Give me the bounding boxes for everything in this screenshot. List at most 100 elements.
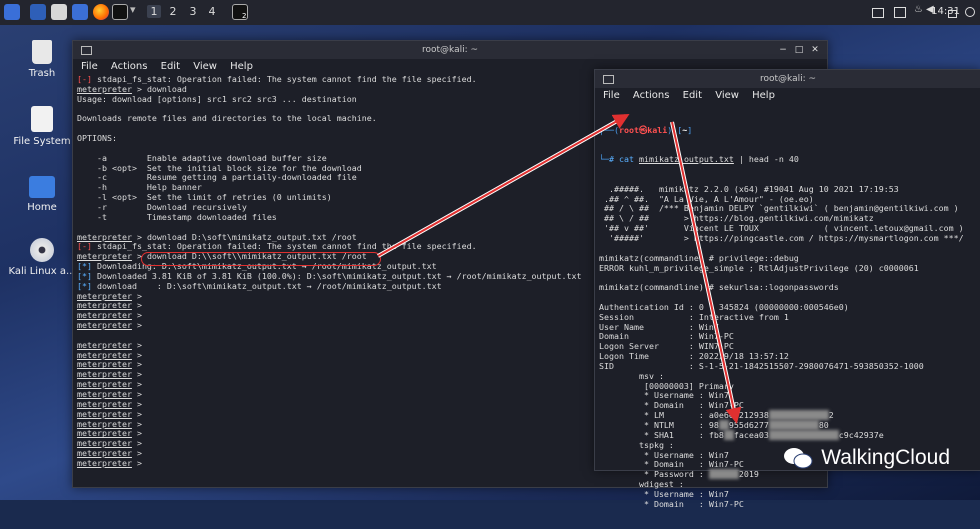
- wechat-icon: [784, 448, 813, 469]
- terminal-text: > download: [131, 83, 187, 94]
- terminal-text: [*]: [77, 270, 97, 281]
- close-button[interactable]: ✕: [809, 44, 821, 56]
- menu-edit[interactable]: Edit: [683, 90, 702, 101]
- menu-file[interactable]: File: [81, 61, 98, 72]
- desktop-icon-disc[interactable]: Kali Linux a...: [2, 238, 82, 277]
- terminal-text: meterpreter: [77, 359, 132, 370]
- terminal-text: >: [131, 448, 142, 459]
- workspace-3[interactable]: 3: [186, 5, 200, 18]
- terminal-line: * Domain : Win7-PC: [599, 499, 980, 510]
- terminal-text: >: [131, 398, 142, 409]
- terminal-text: 955d6277: [728, 420, 769, 430]
- terminal-text: ERROR kuhl_m_privilege_simple ; RtlAdjus…: [599, 262, 919, 273]
- terminal-dropdown-icon[interactable]: ▾: [130, 3, 136, 16]
- terminal-text: -h Help banner: [77, 182, 202, 193]
- terminal-text: 2019: [738, 469, 759, 480]
- folder-icon: [29, 176, 55, 198]
- display-icon[interactable]: [872, 8, 884, 18]
- terminal-text: Domain : Win7-PC: [599, 331, 734, 342]
- terminal-text: meterpreter: [77, 290, 132, 301]
- menu-help[interactable]: Help: [230, 61, 253, 72]
- terminal-text: 2: [828, 410, 834, 421]
- terminal-text: > download D:\soft\mimikatz_output.txt /…: [131, 231, 357, 242]
- desktop-icon-filesystem[interactable]: File System: [2, 106, 82, 147]
- window-titlebar[interactable]: root@kali: ~ − □ ✕: [73, 41, 827, 59]
- terminal-text: * Domain : Win7-PC: [599, 400, 744, 411]
- watermark-text: WalkingCloud: [821, 446, 950, 469]
- terminal-text: meterpreter: [77, 389, 132, 399]
- command-file: mimikatz_output.txt: [638, 154, 734, 165]
- workspace-2[interactable]: 2: [166, 5, 180, 18]
- terminal-text: >: [131, 389, 142, 399]
- desktop-icon-label: Trash: [28, 68, 56, 79]
- maximize-button[interactable]: □: [793, 44, 805, 56]
- desktop-icon-label: Kali Linux a...: [8, 266, 76, 277]
- terminal-text: meterpreter: [77, 457, 132, 468]
- terminal-text: [*]: [77, 261, 97, 272]
- power-icon[interactable]: [965, 7, 975, 17]
- menu-help[interactable]: Help: [752, 90, 775, 101]
- terminal-text: -b <opt> Set the initial block size for …: [77, 162, 362, 173]
- terminal-text: * NTLM : 98: [599, 420, 719, 430]
- menu-file[interactable]: File: [603, 90, 620, 101]
- terminal-text: * LM : a0e6e6212938: [599, 410, 769, 421]
- terminal-text: >: [131, 339, 142, 350]
- command-line: └─# cat mimikatz_output.txt | head -n 40: [599, 154, 799, 165]
- workspace-4[interactable]: 4: [205, 5, 219, 18]
- terminal-text: meterpreter: [77, 320, 132, 331]
- terminal-count-badge: 2: [242, 12, 247, 20]
- terminal-text: * Domain : Win7-PC: [599, 459, 744, 470]
- terminal-icon: [81, 46, 92, 55]
- terminal-text: meterpreter: [77, 428, 132, 439]
- terminal-text: 80: [818, 420, 829, 430]
- terminal-text: >: [131, 457, 142, 468]
- terminal-text: * Password :: [599, 469, 709, 480]
- files-icon[interactable]: [51, 4, 67, 20]
- terminal-text: meterpreter: [77, 231, 132, 242]
- terminal-text: >: [131, 300, 142, 311]
- annotation-highlight-box: [141, 252, 381, 266]
- terminal-text: '## v ##' Vincent LE TOUX ( vincent.leto…: [599, 223, 964, 234]
- workspace-1[interactable]: 1: [147, 5, 161, 18]
- menu-edit[interactable]: Edit: [161, 61, 180, 72]
- kali-menu-icon[interactable]: [4, 4, 20, 20]
- menu-view[interactable]: View: [715, 90, 739, 101]
- terminal-text: '#####' > https://pingcastle.com / https…: [599, 232, 964, 243]
- watermark: WalkingCloud: [783, 446, 950, 470]
- terminal-text: Logon Server : WIN7-PC: [599, 341, 734, 352]
- desktop-icon[interactable]: [30, 4, 46, 20]
- desktop-icon-trash[interactable]: Trash: [2, 40, 82, 79]
- command-suffix: | head -n 40: [733, 154, 799, 165]
- terminal-icon[interactable]: [112, 4, 128, 20]
- terminal-text: -c Resume getting a partially-downloaded…: [77, 172, 357, 183]
- terminal-line: mimikatz(commandline) # sekurlsa::logonp…: [599, 282, 980, 293]
- terminal-window-mimikatz[interactable]: root@kali: ~ File Actions Edit View Help…: [594, 69, 980, 509]
- terminal-text: >: [131, 418, 142, 429]
- firefox-icon[interactable]: [93, 4, 109, 20]
- terminal-text: meterpreter: [77, 310, 132, 321]
- terminal-text: >: [131, 359, 142, 370]
- terminal-text: msv :: [599, 370, 664, 381]
- lock-icon[interactable]: [948, 10, 957, 18]
- command-prefix: # cat: [609, 154, 639, 165]
- menu-view[interactable]: View: [193, 61, 217, 72]
- menu-actions[interactable]: Actions: [633, 90, 670, 101]
- terminal-text: * SHA1 : fb8: [599, 429, 724, 440]
- terminal-text: >: [131, 428, 142, 439]
- terminal-text: xxxxxxxxxxxxxx: [768, 429, 839, 440]
- prompt-line: ┌──(root㉿kali)-[~]: [599, 124, 693, 135]
- terminal-text: tspkg :: [599, 439, 674, 450]
- taskbar: ▾ 1 2 3 4 2 ♨ ◀ 14:31: [0, 0, 980, 25]
- browser-icon[interactable]: [72, 4, 88, 20]
- minimize-button[interactable]: −: [777, 44, 789, 56]
- terminal-text: Authentication Id : 0 ; 345824 (00000000…: [599, 301, 849, 312]
- window-titlebar[interactable]: root@kali: ~: [595, 70, 980, 88]
- terminal-text: >: [131, 349, 142, 360]
- desktop-icon-label: Home: [27, 202, 57, 213]
- screen-icon[interactable]: [894, 7, 906, 18]
- menu-actions[interactable]: Actions: [111, 61, 148, 72]
- desktop-icon-home[interactable]: Home: [2, 176, 82, 213]
- terminal-line: ERROR kuhl_m_privilege_simple ; RtlAdjus…: [599, 262, 980, 274]
- terminal-text: c9c42937e: [838, 429, 884, 440]
- terminal-text: meterpreter: [77, 418, 132, 429]
